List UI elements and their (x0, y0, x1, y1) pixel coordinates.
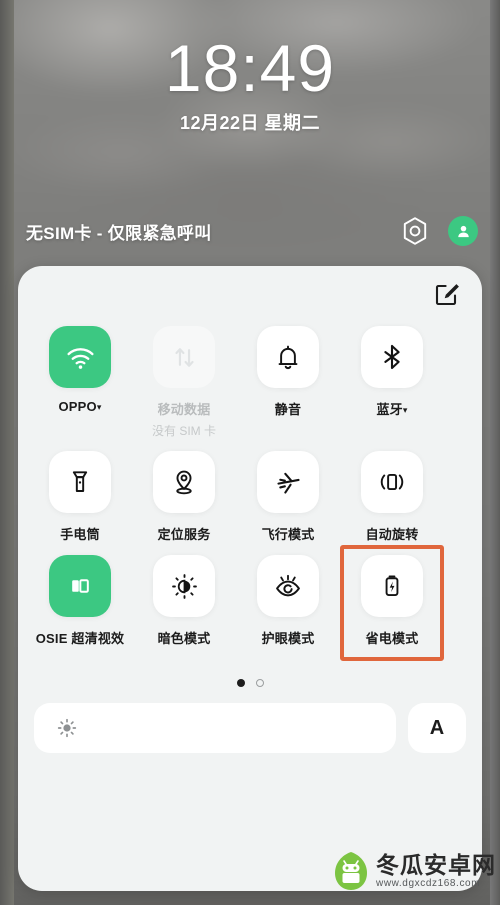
chevron-down-icon[interactable]: ▾ (97, 402, 102, 412)
tile-dark-mode-icon-box[interactable] (153, 555, 215, 617)
bluetooth-icon (384, 344, 400, 370)
page-dot-active[interactable] (236, 679, 245, 687)
clock-date: 12月22日 星期二 (179, 113, 321, 133)
auto-rotate-icon (380, 473, 404, 491)
tile-row: OPPO▾ 移动数据 没有 SIM 卡 静音 蓝牙▾ (28, 326, 472, 439)
site-watermark: 冬瓜安卓网 www.dgxcdz168.com (333, 851, 496, 891)
tile-mobile-data-icon-box[interactable] (153, 326, 215, 388)
tile-mobile-data[interactable]: 移动数据 没有 SIM 卡 (132, 326, 236, 439)
mobile-data-icon (174, 347, 194, 367)
battery-saver-icon (385, 575, 399, 597)
tile-wifi[interactable]: OPPO▾ (28, 326, 132, 439)
tile-silent-mode[interactable]: 静音 (236, 326, 340, 439)
quick-settings-tile-grid: OPPO▾ 移动数据 没有 SIM 卡 静音 蓝牙▾ 手电筒 定位服务 飞行模式… (18, 322, 482, 661)
carrier-status-row: 无SIM卡 - 仅限紧急呼叫 (0, 208, 500, 254)
tile-bluetooth-icon-box[interactable] (361, 326, 423, 388)
tile-flashlight-icon-box[interactable] (49, 451, 111, 513)
auto-brightness-label: A (429, 716, 445, 739)
watermark-text-block: 冬瓜安卓网 www.dgxcdz168.com (376, 853, 496, 890)
carrier-status-text: 无SIM卡 - 仅限紧急呼叫 (26, 223, 212, 243)
clock-time: 18:49 (164, 31, 336, 105)
airplane-icon (276, 472, 300, 494)
tile-eye-care[interactable]: 护眼模式 (236, 555, 340, 661)
tile-auto-rotate-icon-box[interactable] (361, 451, 423, 513)
bell-mute-icon (278, 345, 298, 370)
page-indicator (18, 673, 482, 693)
camera-icon[interactable] (400, 216, 430, 246)
tile-osie-icon-box[interactable] (49, 555, 111, 617)
android-mascot-icon (335, 852, 367, 890)
tile-row: OSIE 超清视效 暗色模式 护眼模式 省电模式 (28, 545, 472, 661)
contrast-sun-icon (171, 573, 197, 599)
tile-silent-mode-label: 静音 (274, 402, 302, 417)
tile-location[interactable]: 定位服务 (132, 451, 236, 543)
quick-settings-panel: OPPO▾ 移动数据 没有 SIM 卡 静音 蓝牙▾ 手电筒 定位服务 飞行模式… (18, 266, 482, 891)
tile-bluetooth[interactable]: 蓝牙▾ (340, 326, 444, 439)
tile-silent-mode-icon-box[interactable] (257, 326, 319, 388)
brightness-row: A (18, 703, 482, 753)
tile-mobile-data-label: 移动数据 (157, 402, 211, 417)
osie-split-screen-icon (72, 579, 89, 593)
watermark-url: www.dgxcdz168.com (376, 877, 481, 889)
wifi-icon (66, 347, 94, 369)
auto-brightness-button[interactable]: A (408, 703, 466, 753)
tile-auto-rotate[interactable]: 自动旋转 (340, 451, 444, 543)
tile-battery-saver-label: 省电模式 (365, 631, 419, 646)
user-avatar[interactable] (448, 216, 478, 246)
tile-osie[interactable]: OSIE 超清视效 (28, 555, 132, 661)
tile-eye-care-icon-box[interactable] (257, 555, 319, 617)
brightness-slider[interactable] (34, 703, 396, 753)
tile-location-label: 定位服务 (157, 527, 211, 542)
tile-battery-saver-icon-box[interactable] (361, 555, 423, 617)
lockscreen-clock: 18:49 12月22日 星期二 (0, 30, 500, 134)
edit-pencil-square-icon[interactable] (434, 281, 460, 307)
tile-bluetooth-label: 蓝牙▾ (376, 402, 408, 417)
wallpaper-right-edge (490, 0, 500, 905)
flashlight-icon (72, 471, 88, 492)
eye-care-icon (276, 574, 300, 597)
tile-flashlight-label: 手电筒 (60, 527, 100, 542)
tile-mobile-data-sublabel: 没有 SIM 卡 (151, 424, 216, 438)
page-dot-inactive[interactable] (255, 679, 264, 687)
brightness-sun-icon (57, 718, 77, 738)
tile-wifi-label: OPPO▾ (58, 399, 102, 414)
tile-row: 手电筒 定位服务 飞行模式 自动旋转 (28, 451, 472, 543)
tile-flashlight[interactable]: 手电筒 (28, 451, 132, 543)
watermark-title: 冬瓜安卓网 (376, 851, 496, 878)
quick-settings-header (18, 266, 482, 322)
tile-dark-mode[interactable]: 暗色模式 (132, 555, 236, 661)
tile-auto-rotate-label: 自动旋转 (365, 527, 419, 542)
tile-osie-label: OSIE 超清视效 (35, 631, 125, 646)
tile-airplane-mode-icon-box[interactable] (257, 451, 319, 513)
tile-location-icon-box[interactable] (153, 451, 215, 513)
tile-battery-saver[interactable]: 省电模式 (340, 545, 444, 661)
tile-airplane-mode-label: 飞行模式 (261, 527, 315, 542)
tile-eye-care-label: 护眼模式 (261, 631, 315, 646)
tile-dark-mode-label: 暗色模式 (157, 631, 211, 646)
chevron-down-icon[interactable]: ▾ (403, 405, 408, 415)
wallpaper-left-edge (0, 0, 14, 905)
tile-wifi-icon-box[interactable] (49, 326, 111, 388)
tile-airplane-mode[interactable]: 飞行模式 (236, 451, 340, 543)
location-pin-icon (176, 470, 192, 495)
user-avatar-icon (457, 225, 469, 237)
phone-lockscreen: 18:49 12月22日 星期二 无SIM卡 - 仅限紧急呼叫 OPPO▾ 移动… (0, 0, 500, 905)
